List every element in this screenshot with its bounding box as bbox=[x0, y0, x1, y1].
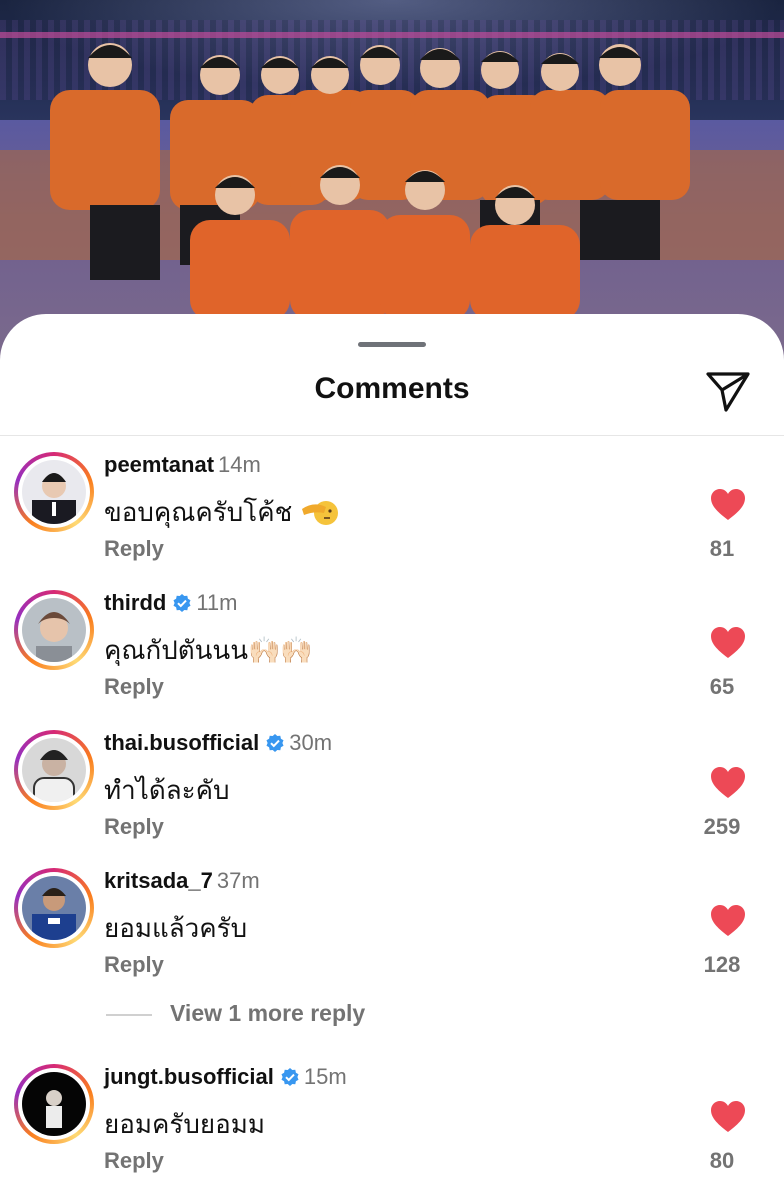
header-divider bbox=[0, 435, 784, 436]
comment-item: jungt.busofficial 15m ยอมครับยอมม Reply … bbox=[0, 1064, 784, 1194]
comment-item: peemtanat 14m ขอบคุณครับโค้ช Reply 81 bbox=[0, 452, 784, 582]
view-more-replies-label[interactable]: View 1 more reply bbox=[170, 1000, 365, 1027]
verified-badge-icon bbox=[266, 734, 284, 752]
heart-like-icon[interactable] bbox=[710, 626, 746, 660]
like-count: 128 bbox=[703, 952, 741, 977]
sheet-drag-handle[interactable] bbox=[358, 342, 426, 347]
team-group-figure bbox=[50, 43, 690, 320]
reply-button[interactable]: Reply bbox=[104, 952, 164, 978]
timestamp: 15m bbox=[303, 1064, 347, 1089]
heart-like-icon[interactable] bbox=[710, 488, 746, 522]
heart-like-icon[interactable] bbox=[710, 904, 746, 938]
verified-badge-icon bbox=[173, 594, 191, 612]
like-count: 81 bbox=[709, 536, 735, 561]
comment-item: thai.busofficial 30m ทำได้ละคับ Reply 25… bbox=[0, 730, 784, 860]
comment-item: kritsada_7 37m ยอมแล้วครับ Reply 128 bbox=[0, 868, 784, 998]
avatar bbox=[22, 1072, 86, 1136]
timestamp: 14m bbox=[218, 452, 261, 477]
avatar-story-ring[interactable] bbox=[14, 590, 94, 670]
comment-meta: jungt.busofficial 15m bbox=[104, 1064, 347, 1090]
comment-body: ขอบคุณครับโค้ช bbox=[104, 497, 293, 527]
reply-button[interactable]: Reply bbox=[104, 536, 164, 562]
timestamp: 37m bbox=[216, 868, 260, 893]
avatar-story-ring[interactable] bbox=[14, 730, 94, 810]
comment-text: ยอมครับยอมม bbox=[104, 1109, 265, 1139]
reply-button[interactable]: Reply bbox=[104, 814, 164, 840]
avatar-story-ring[interactable] bbox=[14, 868, 94, 948]
verified-badge-icon bbox=[281, 1068, 299, 1086]
reply-button[interactable]: Reply bbox=[104, 674, 164, 700]
comment-text: ขอบคุณครับโค้ช bbox=[104, 492, 340, 533]
heart-like-icon[interactable] bbox=[710, 1100, 746, 1134]
username[interactable]: jungt.busofficial bbox=[104, 1064, 274, 1089]
avatar bbox=[22, 876, 86, 940]
reply-button[interactable]: Reply bbox=[104, 1148, 164, 1174]
paper-plane-icon[interactable] bbox=[704, 368, 752, 414]
comment-meta: kritsada_7 37m bbox=[104, 868, 260, 894]
like-count: 80 bbox=[709, 1148, 735, 1173]
comment-meta: thirdd 11m bbox=[104, 590, 238, 616]
avatar-story-ring[interactable] bbox=[14, 1064, 94, 1144]
avatar-story-ring[interactable] bbox=[14, 452, 94, 532]
post-photo bbox=[0, 0, 784, 360]
timestamp: 30m bbox=[289, 730, 333, 755]
avatar bbox=[22, 598, 86, 662]
comments-title: Comments bbox=[314, 372, 470, 405]
comment-meta: peemtanat 14m bbox=[104, 452, 261, 478]
timestamp: 11m bbox=[196, 590, 238, 615]
comment-text: ยอมแล้วครับ bbox=[104, 913, 248, 943]
avatar bbox=[22, 460, 86, 524]
comment-text: คุณกัปตันนน🙌🏻🙌🏻 bbox=[104, 635, 313, 665]
username[interactable]: peemtanat bbox=[104, 452, 214, 477]
saluting-face-icon bbox=[302, 501, 339, 525]
replies-divider-line bbox=[106, 1014, 152, 1016]
avatar bbox=[22, 738, 86, 802]
comment-text: ทำได้ละคับ bbox=[104, 775, 230, 805]
like-count: 259 bbox=[703, 814, 741, 839]
username[interactable]: thai.busofficial bbox=[104, 730, 259, 755]
username[interactable]: kritsada_7 bbox=[104, 868, 213, 893]
comment-item: thirdd 11m คุณกัปตันนน🙌🏻🙌🏻 Reply 65 bbox=[0, 590, 784, 720]
like-count: 65 bbox=[709, 674, 735, 699]
comment-meta: thai.busofficial 30m bbox=[104, 730, 332, 756]
heart-like-icon[interactable] bbox=[710, 766, 746, 800]
username[interactable]: thirdd bbox=[104, 590, 166, 615]
